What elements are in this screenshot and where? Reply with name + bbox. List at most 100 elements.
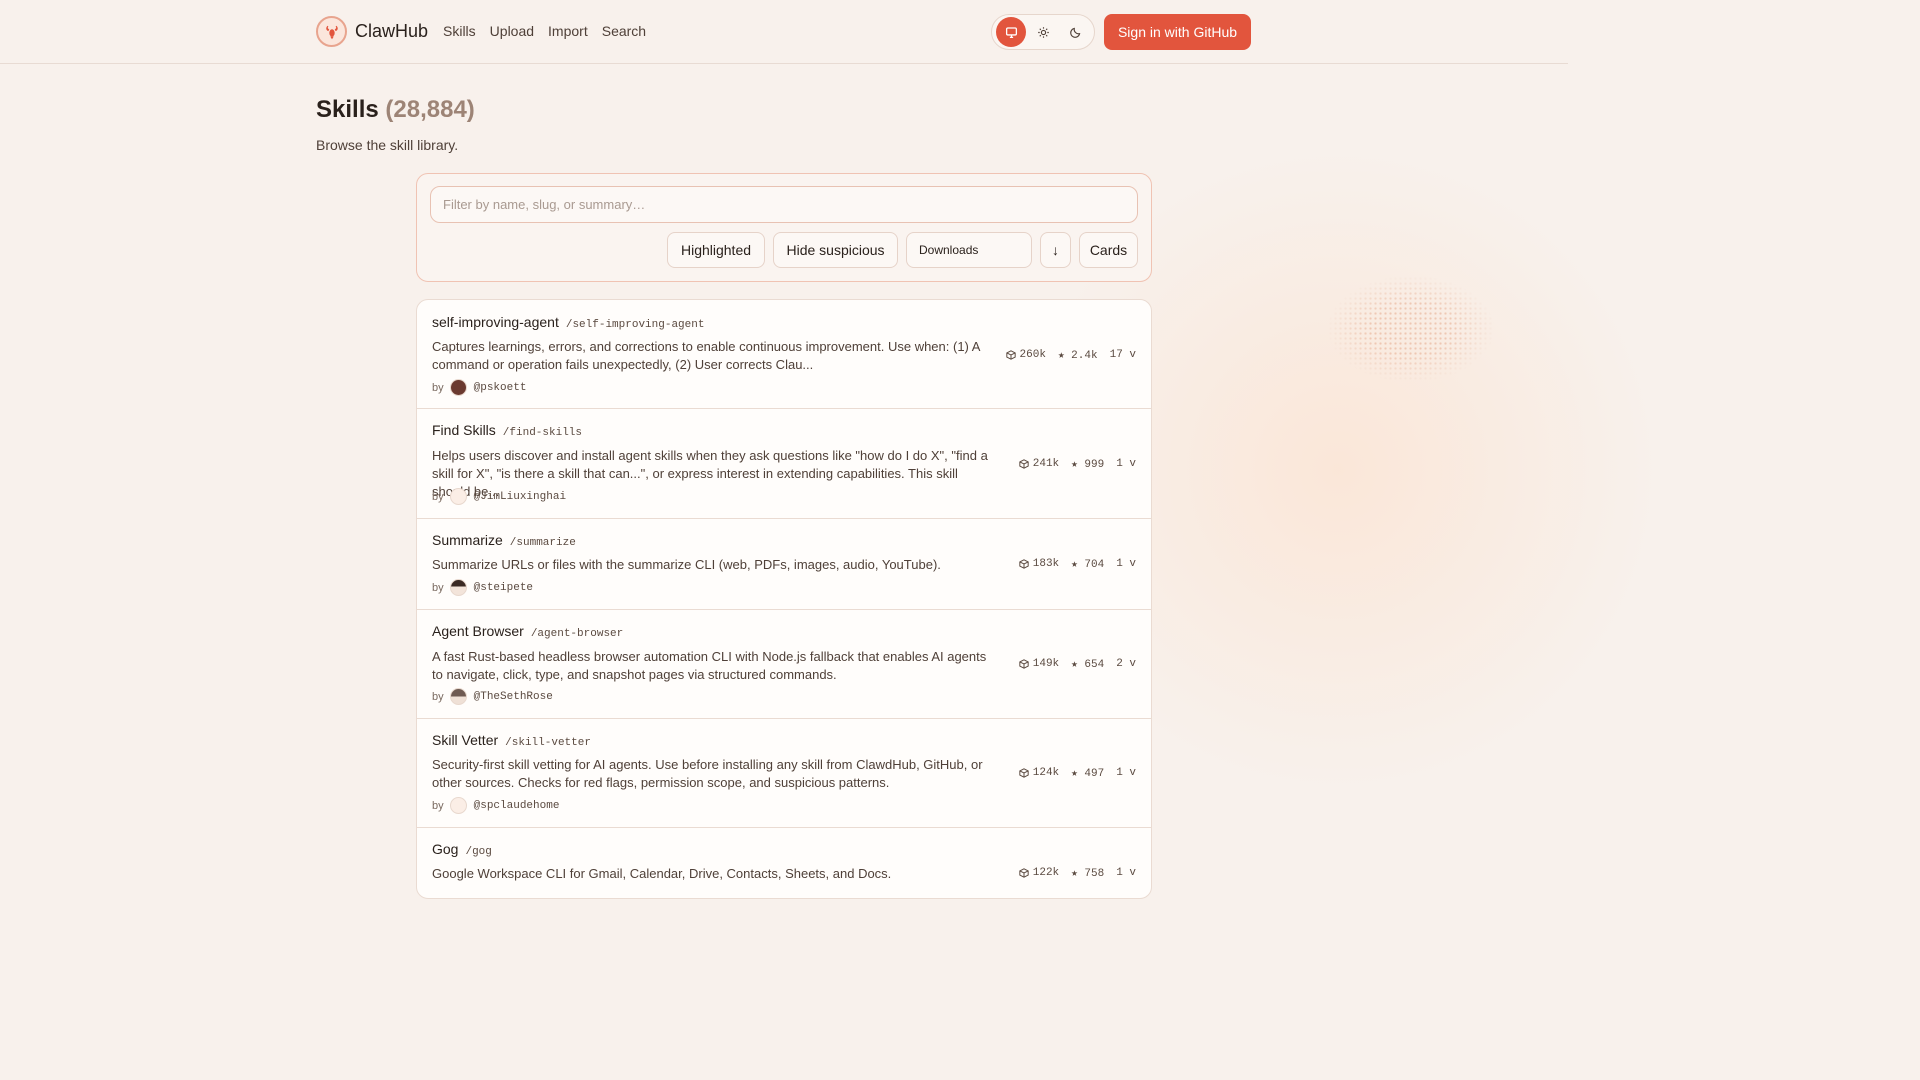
skill-byline: by @steipete xyxy=(432,579,533,596)
skill-row[interactable]: self-improving-agent/self-improving-agen… xyxy=(417,300,1151,409)
author-handle[interactable]: @pskoett xyxy=(474,382,527,394)
skill-slug: /skill-vetter xyxy=(505,737,591,749)
by-label: by xyxy=(432,581,444,594)
skill-row[interactable]: Gog/gog Google Workspace CLI for Gmail, … xyxy=(417,828,1151,898)
by-label: by xyxy=(432,690,444,703)
author-handle[interactable]: @spclaudehome xyxy=(474,800,560,812)
downloads-count: 122k xyxy=(1032,867,1060,879)
skill-count: (28,884) xyxy=(385,96,475,123)
main-nav: Skills Upload Import Search xyxy=(443,23,646,39)
sign-in-github-button[interactable]: Sign in with GitHub xyxy=(1104,14,1251,50)
page-subtitle: Browse the skill library. xyxy=(316,137,459,153)
author-handle[interactable]: @TheSethRose xyxy=(474,691,553,703)
dotted-globe-decoration xyxy=(1328,276,1494,382)
versions-count: 1 v xyxy=(1116,458,1136,470)
theme-switcher xyxy=(991,14,1095,50)
downloads-stat: 149k xyxy=(1019,658,1059,670)
top-bar: ClawHub Skills Upload Import Search Sign… xyxy=(0,0,1568,64)
by-label: by xyxy=(432,799,444,812)
skill-row[interactable]: Find Skills/find-skills Helps users disc… xyxy=(417,409,1151,519)
stars-count: ★ 704 xyxy=(1071,559,1105,571)
theme-dark-button[interactable] xyxy=(1060,17,1090,47)
brand-name: ClawHub xyxy=(355,21,429,41)
hide-suspicious-toggle[interactable]: Hide suspicious xyxy=(773,232,898,268)
skill-name[interactable]: Skill Vetter xyxy=(432,732,498,748)
brand-link[interactable]: ClawHub xyxy=(316,16,428,47)
theme-light-button[interactable] xyxy=(1028,17,1058,47)
skill-slug: /agent-browser xyxy=(530,628,624,640)
nav-upload[interactable]: Upload xyxy=(490,23,534,39)
skill-summary: A fast Rust-based headless browser autom… xyxy=(432,649,987,682)
versions-count: 1 v xyxy=(1116,558,1136,570)
skill-stats: 124k ★ 497 1 v xyxy=(1019,766,1136,780)
filter-panel: Highlighted Hide suspicious Downloads ↓ … xyxy=(416,173,1152,282)
skill-byline: by @pskoett xyxy=(432,379,526,396)
skill-byline: by @spclaudehome xyxy=(432,797,559,814)
versions-count: 1 v xyxy=(1116,767,1136,779)
theme-system-button[interactable] xyxy=(996,17,1026,47)
downloads-stat: 260k xyxy=(1005,349,1046,361)
skill-stats: 149k ★ 654 2 v xyxy=(1019,657,1136,671)
skill-slug: /find-skills xyxy=(502,427,583,439)
avatar xyxy=(449,379,467,396)
skill-summary: Captures learnings, errors, and correcti… xyxy=(432,339,980,372)
skill-name[interactable]: self-improving-agent xyxy=(432,314,559,330)
page-title-text: Skills xyxy=(316,96,379,123)
sun-icon xyxy=(1037,26,1049,38)
downloads-count: 241k xyxy=(1032,458,1060,470)
page-title: Skills (28,884) xyxy=(316,96,475,124)
nav-import[interactable]: Import xyxy=(548,23,588,39)
skill-title: Gog/gog xyxy=(432,841,492,858)
skill-stats: 122k ★ 758 1 v xyxy=(1019,866,1136,880)
sort-direction-button[interactable]: ↓ xyxy=(1040,232,1071,268)
skill-name[interactable]: Agent Browser xyxy=(432,623,524,639)
skill-row[interactable]: Skill Vetter/skill-vetter Security-first… xyxy=(417,719,1151,828)
highlighted-toggle[interactable]: Highlighted xyxy=(667,232,765,268)
author-handle[interactable]: @JimLiuxinghai xyxy=(474,491,566,503)
lobster-logo-icon xyxy=(316,16,347,47)
skill-name[interactable]: Gog xyxy=(432,841,458,857)
skill-title: Agent Browser/agent-browser xyxy=(432,623,623,640)
skill-byline: by @JimLiuxinghai xyxy=(432,488,566,505)
skill-row[interactable]: Agent Browser/agent-browser A fast Rust-… xyxy=(417,610,1151,719)
downloads-count: 183k xyxy=(1032,558,1060,570)
moon-icon xyxy=(1069,27,1080,38)
by-label: by xyxy=(432,381,444,394)
avatar xyxy=(449,797,467,814)
downloads-stat: 183k xyxy=(1019,558,1059,570)
skill-summary: Google Workspace CLI for Gmail, Calendar… xyxy=(432,866,892,881)
skill-name[interactable]: Summarize xyxy=(432,532,503,548)
nav-search[interactable]: Search xyxy=(602,23,646,39)
stars-count: ★ 999 xyxy=(1071,459,1105,471)
package-icon xyxy=(1005,350,1016,360)
skill-title: Skill Vetter/skill-vetter xyxy=(432,732,591,749)
skill-byline: by @TheSethRose xyxy=(432,688,553,705)
avatar xyxy=(449,488,467,505)
versions-count: 2 v xyxy=(1116,658,1136,670)
versions-count: 17 v xyxy=(1109,349,1136,361)
avatar xyxy=(449,579,467,596)
downloads-stat: 241k xyxy=(1019,458,1059,470)
package-icon xyxy=(1019,768,1029,778)
skill-title: self-improving-agent/self-improving-agen… xyxy=(432,314,704,331)
package-icon xyxy=(1019,559,1029,569)
stars-count: ★ 758 xyxy=(1071,868,1105,880)
by-label: by xyxy=(432,490,444,503)
skill-stats: 183k ★ 704 1 v xyxy=(1019,557,1136,571)
filter-input[interactable] xyxy=(430,186,1138,223)
sort-select[interactable]: Downloads xyxy=(906,232,1032,268)
skill-title: Find Skills/find-skills xyxy=(432,422,582,439)
downloads-count: 149k xyxy=(1032,658,1060,670)
downloads-count: 260k xyxy=(1019,349,1046,361)
skill-title: Summarize/summarize xyxy=(432,532,576,549)
nav-skills[interactable]: Skills xyxy=(443,23,476,39)
package-icon xyxy=(1019,868,1029,878)
stars-count: ★ 2.4k xyxy=(1057,350,1098,362)
skill-name[interactable]: Find Skills xyxy=(432,422,496,438)
skill-slug: /gog xyxy=(465,846,492,858)
author-handle[interactable]: @steipete xyxy=(474,582,533,594)
skill-row[interactable]: Summarize/summarize Summarize URLs or fi… xyxy=(417,519,1151,610)
stars-count: ★ 654 xyxy=(1071,659,1105,671)
view-toggle[interactable]: Cards xyxy=(1079,232,1138,268)
skill-summary: Summarize URLs or files with the summari… xyxy=(432,557,941,572)
